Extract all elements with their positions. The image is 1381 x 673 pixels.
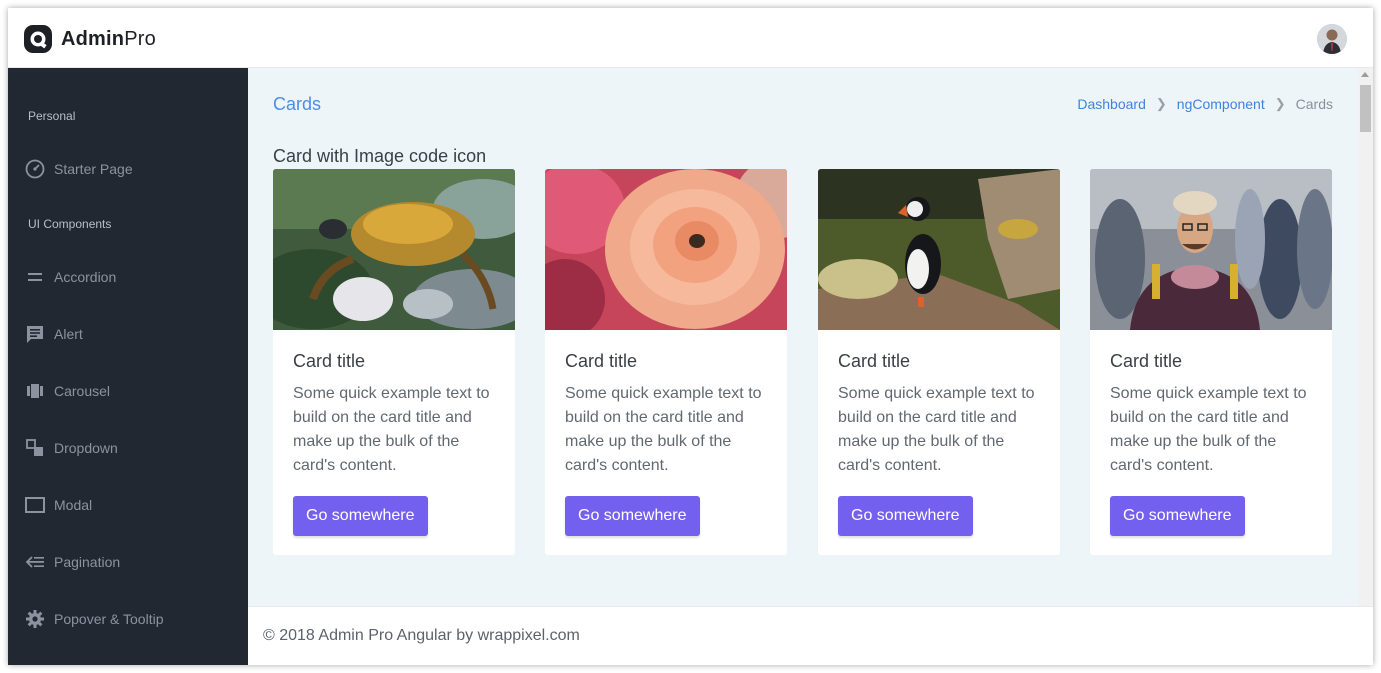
sidebar-caption-ui-components: UI Components: [28, 217, 112, 231]
man-portrait-photo: [1090, 169, 1332, 330]
sidebar-item-modal[interactable]: Modal: [24, 493, 234, 517]
card: Card title Some quick example text to bu…: [273, 169, 515, 555]
card-title: Card title: [293, 351, 366, 371]
sidebar-item-pagination[interactable]: Pagination: [24, 550, 234, 574]
sidebar-item-label: Modal: [54, 497, 93, 513]
breadcrumb-ngcomponent[interactable]: ngComponent: [1177, 96, 1265, 112]
chevron-right-icon: ❯: [1274, 96, 1286, 111]
puffin-photo: [818, 169, 1060, 330]
card-title: Card title: [1110, 351, 1183, 371]
card-title: Card title: [838, 351, 911, 371]
admin-pro-logo-icon: [24, 25, 52, 53]
modal-icon: [24, 494, 46, 516]
sidebar-item-carousel[interactable]: Carousel: [24, 379, 234, 403]
page-title: Cards: [273, 94, 322, 114]
pagination-icon: [24, 551, 46, 573]
footer: © 2018 Admin Pro Angular by wrappixel.co…: [248, 606, 1373, 665]
breadcrumb: Dashboard ❯ ngComponent ❯ Cards: [1077, 96, 1333, 112]
sidebar-item-alert[interactable]: Alert: [24, 322, 234, 346]
user-avatar-icon: [1317, 24, 1347, 54]
go-somewhere-button[interactable]: Go somewhere: [293, 496, 428, 536]
sidebar-item-label: Pagination: [54, 554, 121, 570]
crab-photo: [273, 169, 515, 330]
section-title: Card with Image code icon: [273, 146, 487, 166]
card: Card title Some quick example text to bu…: [818, 169, 1060, 555]
sidebar-item-popover-tooltip[interactable]: Popover & Tooltip: [24, 607, 234, 631]
vertical-scrollbar[interactable]: [1358, 68, 1373, 606]
rose-photo: [545, 169, 787, 330]
scroll-up-arrow-icon[interactable]: [1361, 72, 1369, 77]
gauge-icon: [24, 158, 46, 180]
sidebar-item-dropdown[interactable]: Dropdown: [24, 436, 234, 460]
card: Card title Some quick example text to bu…: [1090, 169, 1332, 555]
go-somewhere-button[interactable]: Go somewhere: [565, 496, 700, 536]
card-text: Some quick example text to build on the …: [293, 385, 490, 474]
sidebar-item-label: Carousel: [54, 383, 111, 399]
message-icon: [24, 323, 46, 345]
equal-icon: [24, 266, 46, 288]
sidebar-item-label: Alert: [54, 326, 83, 342]
main-content: Cards Dashboard ❯ ngComponent ❯ Cards Ca…: [248, 68, 1358, 606]
sidebar-caption-personal: Personal: [28, 109, 76, 123]
card-text: Some quick example text to build on the …: [838, 385, 1035, 474]
carousel-icon: [24, 380, 46, 402]
brand-logo[interactable]: AdminPro: [23, 24, 156, 54]
gear-icon: [24, 608, 46, 630]
chevron-right-icon: ❯: [1155, 96, 1167, 111]
sidebar-item-accordion[interactable]: Accordion: [24, 265, 234, 289]
breadcrumb-dashboard[interactable]: Dashboard: [1077, 96, 1146, 112]
sidebar-item-label: Popover & Tooltip: [54, 611, 164, 627]
card: Card title Some quick example text to bu…: [545, 169, 787, 555]
dropdown-icon: [24, 437, 46, 459]
card-title: Card title: [565, 351, 638, 371]
card-text: Some quick example text to build on the …: [1110, 385, 1307, 474]
brand-name: AdminPro: [61, 27, 156, 50]
top-navbar: AdminPro: [8, 8, 1373, 68]
go-somewhere-button[interactable]: Go somewhere: [838, 496, 973, 536]
sidebar-item-label: Dropdown: [54, 440, 118, 456]
footer-copyright: © 2018 Admin Pro Angular by wrappixel.co…: [263, 627, 580, 644]
card-text: Some quick example text to build on the …: [565, 385, 762, 474]
sidebar-item-label: Accordion: [54, 269, 117, 285]
go-somewhere-button[interactable]: Go somewhere: [1110, 496, 1245, 536]
sidebar-item-label: Starter Page: [54, 161, 133, 177]
sidebar-item-starter-page[interactable]: Starter Page: [24, 157, 234, 181]
app-window: AdminPro Personal Starter Page UI Compon…: [8, 8, 1373, 665]
scroll-thumb[interactable]: [1360, 85, 1371, 132]
user-avatar[interactable]: [1317, 24, 1347, 54]
sidebar: Personal Starter Page UI Components Acco…: [8, 68, 248, 665]
breadcrumb-cards: Cards: [1295, 96, 1333, 112]
